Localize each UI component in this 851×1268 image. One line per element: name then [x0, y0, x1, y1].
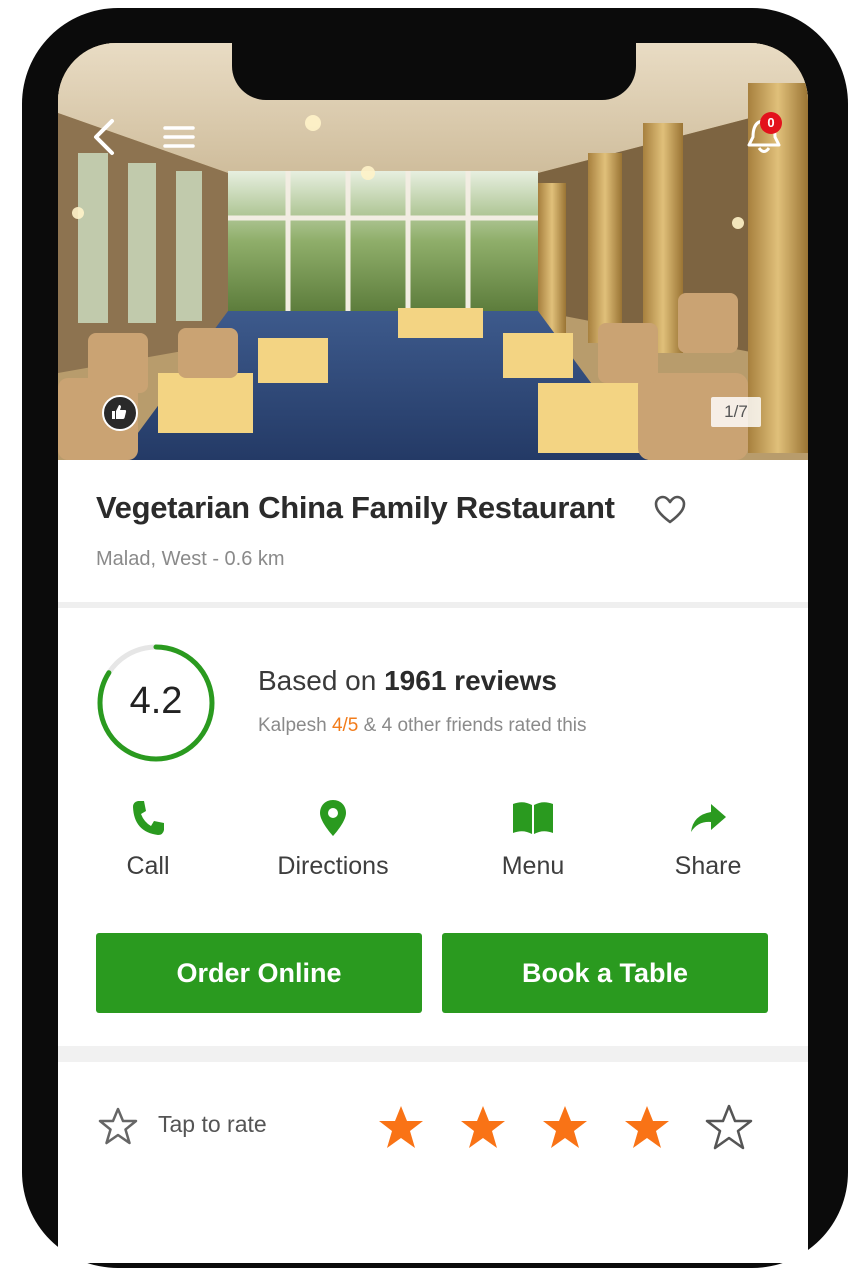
hamburger-menu-icon[interactable] — [162, 123, 196, 151]
call-label: Call — [126, 852, 170, 880]
restaurant-interior-illustration — [58, 43, 808, 460]
rating-value: 4.2 — [129, 680, 183, 722]
share-arrow-icon — [691, 804, 726, 832]
share-action[interactable]: Share — [658, 798, 758, 888]
photo-counter: 1/7 — [711, 397, 761, 427]
star-filled-icon[interactable] — [622, 1103, 672, 1151]
restaurant-name: Vegetarian China Family Restaurant — [96, 490, 615, 525]
friend-name: Kalpesh — [258, 715, 332, 736]
map-pin-icon — [320, 800, 346, 836]
friend-score: 4/5 — [331, 715, 359, 736]
heart-icon[interactable] — [654, 495, 686, 525]
book-table-button[interactable]: Book a Table — [442, 933, 768, 1013]
restaurant-photo[interactable]: 0 1/7 — [58, 43, 808, 460]
star-empty-icon[interactable] — [704, 1103, 754, 1151]
share-label: Share — [674, 852, 742, 880]
call-action[interactable]: Call — [108, 798, 188, 888]
star-filled-icon[interactable] — [376, 1103, 426, 1151]
directions-action[interactable]: Directions — [258, 798, 408, 888]
section-divider — [58, 1046, 808, 1062]
menu-action[interactable]: Menu — [483, 798, 583, 888]
friends-rating-text: Kalpesh 4/5 & 4 other friends rated this — [258, 715, 587, 737]
reviews-prefix: Based on — [258, 665, 385, 696]
phone-notch — [232, 42, 636, 100]
tap-to-rate-label: Tap to rate — [158, 1111, 267, 1137]
friends-suffix: & 4 other friends rated this — [358, 715, 587, 736]
directions-label: Directions — [277, 852, 389, 880]
notification-count-badge: 0 — [760, 112, 782, 134]
reviews-count: 1961 reviews — [384, 665, 557, 696]
app-screen: 0 1/7 Vegetarian China Family Restaurant… — [58, 43, 808, 1263]
back-arrow-icon[interactable] — [88, 117, 122, 157]
like-badge[interactable] — [102, 395, 138, 431]
phone-icon — [133, 801, 164, 835]
restaurant-location: Malad, West - 0.6 km — [96, 548, 285, 570]
star-outline-icon — [98, 1107, 138, 1145]
restaurant-header: Vegetarian China Family Restaurant Malad… — [58, 460, 808, 602]
book-icon — [513, 802, 553, 834]
star-filled-icon[interactable] — [540, 1103, 590, 1151]
star-filled-icon[interactable] — [458, 1103, 508, 1151]
section-divider — [58, 602, 808, 608]
thumbs-up-icon — [112, 405, 127, 419]
menu-label: Menu — [501, 852, 565, 880]
order-online-button[interactable]: Order Online — [96, 933, 422, 1013]
reviews-summary[interactable]: Based on 1961 reviews — [258, 665, 557, 697]
